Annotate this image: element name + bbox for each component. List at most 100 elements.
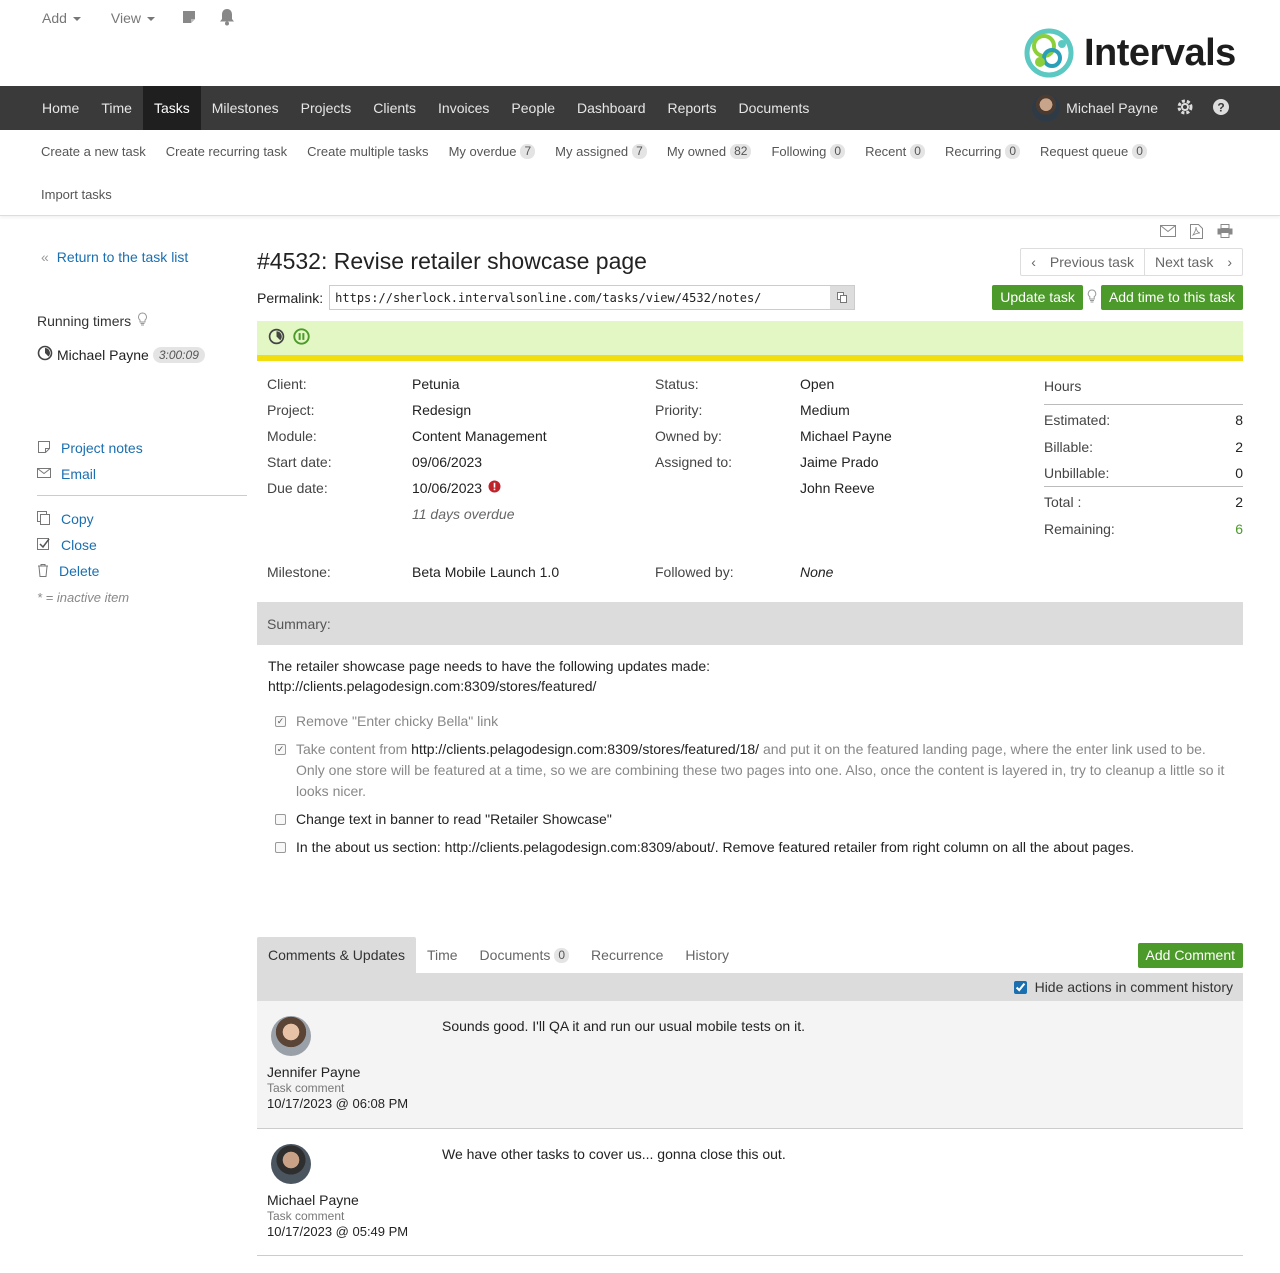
return-to-task-list-link[interactable]: « Return to the task list (41, 249, 188, 265)
checklist-checkbox[interactable] (275, 814, 286, 825)
nav-item-people[interactable]: People (500, 86, 566, 130)
clipboard-icon (837, 292, 848, 303)
previous-task-button[interactable]: ‹ Previous task (1021, 249, 1145, 275)
pdf-icon[interactable] (1190, 224, 1203, 242)
trash-icon (37, 563, 49, 580)
task-subnav: Create a new task Create recurring task … (0, 130, 1280, 216)
import-tasks-link[interactable]: Import tasks (41, 187, 112, 202)
my-owned-link[interactable]: My owned 82 (667, 144, 752, 159)
task-title: #4532: Revise retailer showcase page (257, 248, 647, 274)
checklist-checkbox[interactable] (275, 842, 286, 853)
lightbulb-icon[interactable] (137, 312, 148, 329)
create-recurring-link[interactable]: Create recurring task (166, 144, 287, 159)
top-icons (182, 8, 236, 29)
followed-by-value: None (800, 564, 834, 580)
copy-permalink-button[interactable] (830, 286, 855, 309)
project-notes-link[interactable]: Project notes (37, 435, 247, 461)
task-pager: ‹ Previous task Next task › (1020, 248, 1243, 276)
summary-text: The retailer showcase page needs to have… (268, 658, 711, 694)
hide-actions-checkbox[interactable] (1013, 980, 1027, 994)
help-icon[interactable]: ? (1212, 98, 1230, 119)
note-icon[interactable] (182, 10, 196, 27)
comment-body: We have other tasks to cover us... gonna… (442, 1146, 786, 1162)
following-link[interactable]: Following 0 (771, 144, 846, 159)
nav-item-projects[interactable]: Projects (290, 86, 363, 130)
running-timers-heading: Running timers (37, 312, 148, 329)
assignee: John Reeve (800, 480, 875, 496)
tab-time[interactable]: Time (416, 937, 469, 973)
create-task-link[interactable]: Create a new task (41, 144, 146, 159)
delete-task-link[interactable]: Delete (37, 558, 247, 584)
add-comment-button[interactable]: Add Comment (1137, 943, 1243, 968)
intervals-logo[interactable]: Intervals (1022, 26, 1236, 80)
add-time-button[interactable]: Add time to this task (1100, 285, 1243, 310)
email-icon[interactable] (1160, 224, 1176, 242)
main-nav-list: Home Time Tasks Milestones Projects Clients In… (31, 86, 820, 130)
status-label: Status: (655, 376, 699, 392)
close-task-link[interactable]: Close (37, 532, 247, 558)
checklist-checkbox[interactable]: ✓ (275, 716, 286, 727)
clock-icon[interactable] (268, 328, 285, 348)
nav-item-dashboard[interactable]: Dashboard (566, 86, 657, 130)
nav-item-reports[interactable]: Reports (657, 86, 728, 130)
gear-icon[interactable] (1176, 98, 1194, 119)
envelope-icon (37, 466, 51, 482)
double-chevron-left-icon: « (41, 249, 49, 265)
milestone-value: Beta Mobile Launch 1.0 (412, 564, 560, 580)
inactive-note: * = inactive item (37, 590, 130, 605)
document-actions (1160, 224, 1233, 242)
view-menu[interactable]: View (111, 10, 156, 26)
recent-link[interactable]: Recent 0 (865, 144, 925, 159)
due-date-value: 10/06/2023 (412, 480, 501, 496)
recurring-link[interactable]: Recurring 0 (945, 144, 1020, 159)
caret-down-icon (72, 17, 81, 21)
checklist-item: Change text in banner to read "Retailer … (275, 809, 1235, 830)
chevron-right-icon: › (1227, 254, 1232, 270)
email-link[interactable]: Email (37, 461, 247, 487)
tab-comments-updates[interactable]: Comments & Updates (257, 937, 416, 973)
count-badge: 0 (830, 144, 846, 159)
pause-icon[interactable] (293, 328, 310, 348)
permalink-field[interactable]: https://sherlock.intervalsonline.com/tas… (329, 285, 856, 310)
svg-text:?: ? (1217, 100, 1224, 114)
user-menu[interactable]: Michael Payne (1032, 94, 1158, 122)
tab-documents[interactable]: Documents 0 (469, 937, 581, 973)
nav-item-time[interactable]: Time (90, 86, 143, 130)
lightbulb-icon[interactable] (1087, 289, 1097, 306)
bell-icon[interactable] (218, 8, 236, 29)
nav-item-invoices[interactable]: Invoices (427, 86, 500, 130)
copy-link[interactable]: Copy (37, 506, 247, 532)
comment-item: Michael Payne Task comment 10/17/2023 @ … (257, 1129, 1243, 1256)
logo-mark-icon (1024, 28, 1074, 78)
update-task-button[interactable]: Update task (992, 285, 1083, 310)
comment-type: Task comment (267, 1081, 345, 1095)
next-task-button[interactable]: Next task › (1145, 249, 1242, 275)
nav-item-tasks[interactable]: Tasks (142, 86, 201, 130)
owned-by-value: Michael Payne (800, 428, 892, 444)
create-multiple-link[interactable]: Create multiple tasks (307, 144, 428, 159)
checklist-checkbox[interactable]: ✓ (275, 744, 286, 755)
priority-value: Medium (800, 402, 850, 418)
permalink: Permalink: https://sherlock.intervalsonl… (257, 285, 856, 310)
milestone-label: Milestone: (267, 564, 331, 580)
checkbox-checked-icon (37, 537, 51, 554)
count-badge: 0 (1005, 144, 1020, 159)
nav-item-documents[interactable]: Documents (728, 86, 821, 130)
running-timer-item[interactable]: Michael Payne 3:00:09 (37, 345, 205, 364)
tab-history[interactable]: History (674, 937, 740, 973)
nav-item-clients[interactable]: Clients (362, 86, 427, 130)
my-overdue-link[interactable]: My overdue 7 (449, 144, 536, 159)
copy-icon (37, 510, 51, 528)
add-menu[interactable]: Add (42, 10, 81, 26)
hours-billable: Billable: 2 (1044, 439, 1243, 455)
caret-down-icon (147, 17, 156, 21)
content-url[interactable]: http://clients.pelagodesign.com:8309/sto… (411, 741, 759, 757)
count-badge: 7 (632, 144, 647, 159)
print-icon[interactable] (1217, 224, 1233, 242)
tab-recurrence[interactable]: Recurrence (580, 937, 674, 973)
nav-item-home[interactable]: Home (31, 86, 90, 130)
my-assigned-link[interactable]: My assigned 7 (555, 144, 647, 159)
request-queue-link[interactable]: Request queue 0 (1040, 144, 1147, 159)
count-badge: 0 (1132, 144, 1147, 159)
nav-item-milestones[interactable]: Milestones (201, 86, 290, 130)
